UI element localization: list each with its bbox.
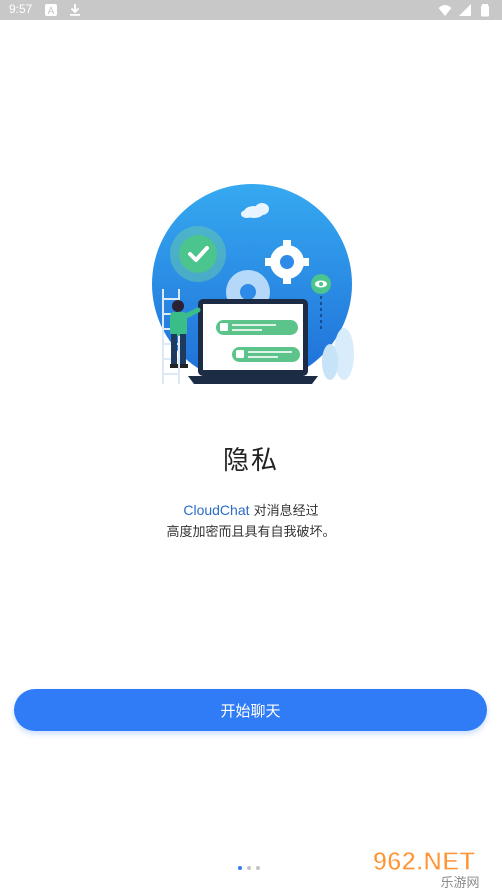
onboarding-title: 隐私 — [222, 446, 279, 476]
page-dot-1[interactable] — [238, 866, 242, 870]
brand-name: CloudChat — [183, 502, 250, 518]
laptop-icon — [188, 299, 318, 384]
onboarding-description: CloudChat 对消息经过 高度加密而且具有自我破坏。 — [0, 500, 502, 543]
watermark-logo: 962.NET 乐游网 — [372, 845, 479, 890]
wifi-icon — [438, 5, 452, 16]
svg-text:962.NET: 962.NET — [373, 846, 476, 876]
svg-text:乐游网: 乐游网 — [440, 876, 479, 890]
privacy-illustration — [152, 184, 354, 384]
start-chat-button[interactable]: 开始聊天 — [14, 689, 487, 731]
page-indicator — [238, 866, 260, 870]
svg-text:A: A — [48, 6, 55, 17]
description-line-1: CloudChat 对消息经过 — [0, 500, 502, 522]
description-text-1: 对消息经过 — [249, 504, 319, 519]
a-icon: A — [45, 4, 57, 17]
battery-icon — [481, 4, 489, 17]
status-bar: 9:57 A — [0, 0, 502, 20]
download-icon — [70, 4, 80, 16]
check-badge-icon — [170, 226, 226, 282]
signal-icon — [459, 4, 471, 16]
page-dot-3[interactable] — [256, 866, 260, 870]
page-dot-2[interactable] — [247, 866, 251, 870]
status-time: 9:57 — [9, 2, 33, 16]
description-line-2: 高度加密而且具有自我破坏。 — [166, 525, 336, 540]
